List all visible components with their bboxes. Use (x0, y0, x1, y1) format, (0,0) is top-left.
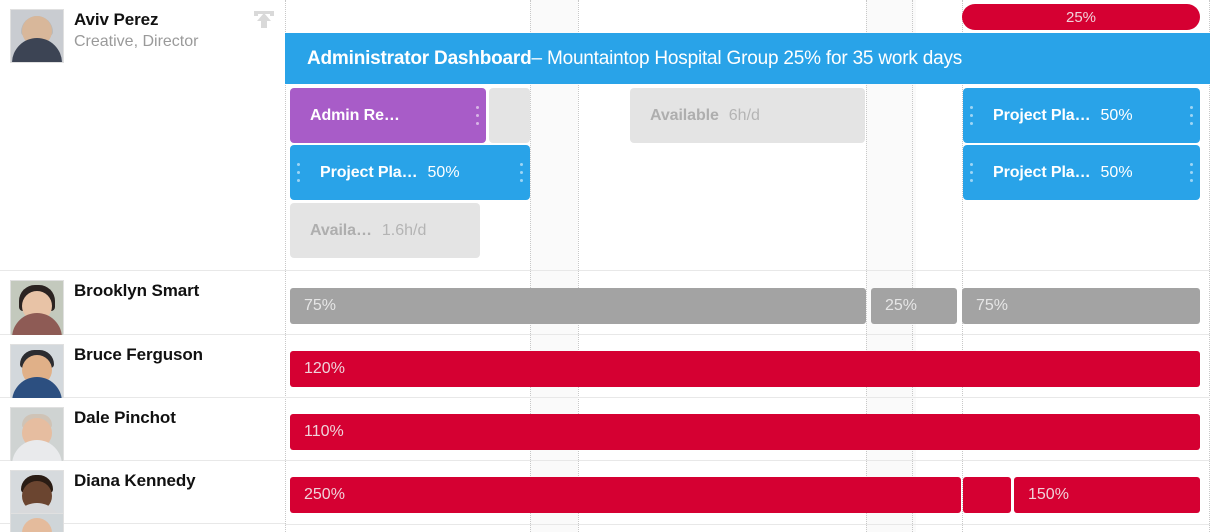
task-percent: 50% (427, 163, 460, 181)
allocation-percent: 75% (304, 297, 337, 314)
resource-row-next[interactable] (0, 513, 285, 532)
task-bar-project-plan-1[interactable]: Project Pla… 50% (290, 145, 530, 200)
resource-info: Diana Kennedy (74, 468, 196, 491)
availability-bar-small[interactable]: Availa… 1.6h/d (290, 203, 480, 258)
summary-allocation-bar[interactable]: 25% (962, 4, 1200, 30)
task-label: Admin Re… (310, 106, 400, 124)
task-percent: 50% (1100, 163, 1133, 181)
row-separator (285, 270, 1210, 271)
availability-rate: 6h/d (728, 106, 760, 124)
resize-handle-left[interactable] (970, 162, 973, 183)
resource-name: Dale Pinchot (74, 408, 176, 427)
task-label: Project Pla… (320, 163, 418, 181)
allocation-bar-dale-1[interactable]: 110% (290, 414, 1200, 450)
avatar (10, 513, 64, 532)
allocation-bar-brooklyn-2[interactable]: 25% (871, 288, 957, 324)
allocation-bar-bruce-1[interactable]: 120% (290, 351, 1200, 387)
resource-name: Diana Kennedy (74, 471, 196, 490)
resource-row-brooklyn-smart[interactable]: Brooklyn Smart (0, 271, 285, 336)
allocation-bar-brooklyn-1[interactable]: 75% (290, 288, 866, 324)
resource-role: Creative, Director (74, 33, 199, 50)
avatar (10, 280, 64, 336)
task-bar-project-plan-2[interactable]: Project Pla… 50% (963, 88, 1200, 143)
upload-icon[interactable] (251, 8, 277, 30)
avatar (10, 344, 64, 400)
allocation-bar-brooklyn-3[interactable]: 75% (962, 288, 1200, 324)
resource-row-dale-pinchot[interactable]: Dale Pinchot (0, 398, 285, 463)
allocation-percent: 250% (304, 486, 345, 503)
availability-label: Availa… (310, 221, 372, 239)
resource-name: Bruce Ferguson (74, 345, 203, 364)
row-separator (285, 397, 1210, 398)
task-bar-project-plan-3[interactable]: Project Pla… 50% (963, 145, 1200, 200)
resize-handle-right[interactable] (1190, 105, 1193, 126)
resource-name: Brooklyn Smart (74, 281, 200, 300)
availability-bar-mid[interactable]: Available 6h/d (630, 88, 865, 143)
resize-handle-right[interactable] (520, 162, 523, 183)
resource-info: Aviv Perez Creative, Director (74, 7, 198, 51)
availability-label: Available (650, 106, 719, 124)
allocation-percent: 120% (304, 360, 345, 377)
allocation-percent: 150% (1028, 486, 1069, 503)
avatar (10, 9, 64, 63)
task-label: Project Pla… (993, 106, 1091, 124)
resource-row-bruce-ferguson[interactable]: Bruce Ferguson (0, 335, 285, 400)
task-label: Project Pla… (993, 163, 1091, 181)
resize-handle-left[interactable] (297, 162, 300, 183)
timeline-canvas[interactable]: 25% Administrator Dashboard – Mountainto… (285, 0, 1210, 532)
row-separator (285, 334, 1210, 335)
resource-row-aviv-perez[interactable]: Aviv Perez Creative, Director (0, 0, 285, 271)
resource-info: Brooklyn Smart (74, 278, 199, 301)
avatar (10, 407, 64, 463)
resource-info: Bruce Ferguson (74, 342, 203, 365)
availability-rate: 1.6h/d (381, 221, 427, 239)
resize-handle-left[interactable] (970, 105, 973, 126)
allocation-bar-diana-3[interactable]: 150% (1014, 477, 1200, 513)
banner-subtitle: – Mountaintop Hospital Group 25% for 35 … (531, 47, 963, 69)
resource-name: Aviv Perez (74, 10, 159, 29)
resource-scheduler-app: 25% Administrator Dashboard – Mountainto… (0, 0, 1210, 532)
banner-title: Administrator Dashboard (307, 47, 532, 69)
resource-info: Dale Pinchot (74, 405, 176, 428)
allocation-percent: 75% (976, 297, 1009, 314)
allocation-bar-diana-1[interactable]: 250% (290, 477, 961, 513)
availability-bar-hidden[interactable] (489, 88, 530, 143)
allocation-percent: 25% (885, 297, 918, 314)
resize-handle-right[interactable] (476, 105, 479, 126)
resource-list-pane: Aviv Perez Creative, Director Brooklyn S… (0, 0, 285, 532)
task-percent: 50% (1100, 106, 1133, 124)
row-separator (285, 460, 1210, 461)
summary-allocation-percent: 25% (1065, 8, 1097, 26)
resize-handle-right[interactable] (1190, 162, 1193, 183)
allocation-percent: 110% (304, 423, 344, 440)
dashboard-banner[interactable]: Administrator Dashboard – Mountaintop Ho… (285, 33, 1210, 84)
allocation-bar-diana-2[interactable] (963, 477, 1011, 513)
task-bar-admin-review[interactable]: Admin Re… (290, 88, 486, 143)
row-separator (285, 524, 1210, 525)
